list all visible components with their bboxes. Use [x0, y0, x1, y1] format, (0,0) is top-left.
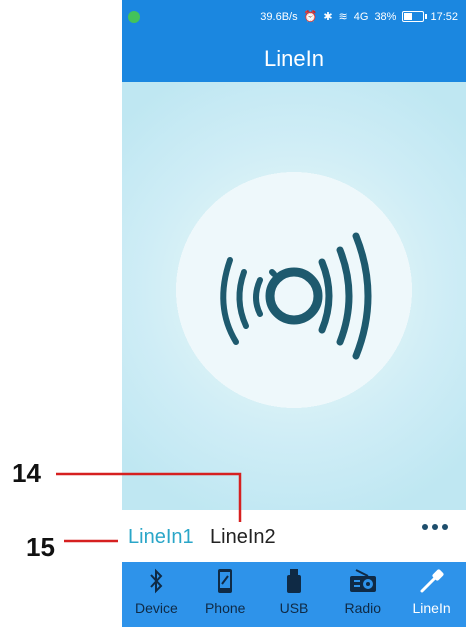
bluetooth-icon	[147, 568, 165, 594]
tab-linein1[interactable]: LineIn1	[128, 526, 194, 549]
linein-visual	[122, 82, 466, 510]
nav-device-label: Device	[135, 600, 178, 616]
nav-phone[interactable]: Phone	[191, 562, 260, 627]
nav-radio[interactable]: Radio	[328, 562, 397, 627]
bottom-navigation: Device Phone USB Radio LineIn	[122, 562, 466, 627]
battery-percent: 38%	[374, 10, 397, 23]
callout-15: 15	[26, 532, 55, 562]
page-title: LineIn	[122, 36, 466, 82]
alarm-icon: ⏰	[303, 11, 318, 23]
nav-linein[interactable]: LineIn	[397, 562, 466, 627]
linein-signal-icon	[220, 232, 372, 360]
nav-linein-label: LineIn	[412, 600, 451, 616]
wifi-icon: ≋	[338, 11, 348, 23]
network-speed: 39.6B/s	[260, 10, 298, 23]
battery-icon	[402, 11, 428, 22]
phone-icon	[216, 568, 234, 594]
bluetooth-status-icon: ✱	[323, 11, 333, 23]
status-bar: 39.6B/s ⏰ ✱ ≋ 4G 38% 17:52	[122, 0, 466, 36]
phone-screen: 39.6B/s ⏰ ✱ ≋ 4G 38% 17:52 LineIn LineIn…	[122, 0, 466, 627]
nav-phone-label: Phone	[204, 600, 246, 616]
usb-icon	[285, 568, 303, 594]
clock: 17:52	[430, 10, 458, 23]
signal-label: 4G	[353, 10, 369, 23]
radio-icon	[348, 568, 378, 594]
nav-radio-label: Radio	[344, 600, 382, 616]
source-tab-bar: LineIn1 LineIn2	[122, 510, 466, 562]
linein-icon	[418, 568, 446, 594]
nav-device[interactable]: Device	[122, 562, 191, 627]
nav-usb-label: USB	[279, 600, 309, 616]
more-options-icon[interactable]	[422, 524, 448, 530]
wechat-icon	[128, 11, 140, 23]
tab-linein2[interactable]: LineIn2	[210, 526, 276, 549]
callout-14: 14	[12, 458, 41, 488]
nav-usb[interactable]: USB	[260, 562, 329, 627]
